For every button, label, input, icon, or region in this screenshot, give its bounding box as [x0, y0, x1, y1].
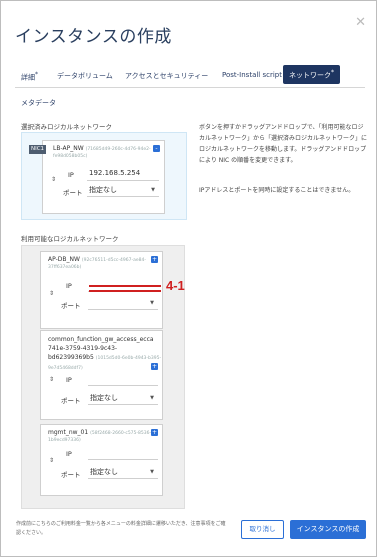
tab-post-install-script[interactable]: Post-Install script — [216, 67, 288, 83]
drag-handle-icon[interactable]: ⇕ — [49, 290, 54, 297]
ip-input[interactable] — [88, 447, 158, 460]
port-select[interactable]: 指定なし ▼ — [88, 466, 158, 479]
close-icon[interactable]: ✕ — [355, 15, 366, 30]
remove-network-button[interactable]: - — [153, 145, 160, 152]
network-name: common_function_gw_access_ecca 741e-3759-… — [48, 336, 162, 371]
selected-network-label: 選択済みロジカルネットワーク — [21, 123, 112, 131]
chevron-down-icon: ▼ — [151, 187, 155, 193]
tab-divider — [15, 87, 365, 88]
chevron-down-icon: ▼ — [150, 469, 154, 475]
drag-handle-icon[interactable]: ⇕ — [49, 457, 54, 464]
create-instance-button[interactable]: インスタンスの作成 — [290, 520, 366, 539]
annotation-underline — [89, 285, 161, 287]
network-name: AP-DB_NW (92c76511-d5cc-4967-ae84-37ff63… — [48, 256, 146, 270]
ip-input[interactable]: 192.168.5.254 — [87, 168, 159, 181]
add-network-button[interactable]: + — [151, 429, 158, 436]
annotation-underline — [89, 290, 161, 292]
network-name: LB-AP_NW (71685d49-260c-4d76-94e2-fe98d0… — [53, 145, 151, 159]
port-label: ポート — [61, 471, 81, 479]
selected-network-dropzone[interactable]: NIC1 LB-AP_NW (71685d49-260c-4d76-94e2-f… — [21, 132, 187, 220]
ip-label: IP — [66, 282, 72, 290]
port-select[interactable]: ▼ — [88, 297, 158, 310]
add-network-button[interactable]: + — [151, 256, 158, 263]
add-network-button[interactable]: + — [151, 363, 158, 370]
instructions-text: ボタンを押すかドラッグアンドドロップで、「利用可能なロジカルネットワーク」から「… — [199, 124, 368, 164]
chevron-down-icon: ▼ — [150, 395, 154, 401]
network-name: mgmt_nw_01 (58f2468-2660-c575-8536-1b9ec… — [48, 429, 152, 443]
nic-badge: NIC1 — [29, 145, 46, 154]
available-network-card[interactable]: mgmt_nw_01 (58f2468-2660-c575-8536-1b9ec… — [40, 424, 163, 496]
drag-handle-icon[interactable]: ⇕ — [49, 376, 54, 383]
tab-data-volume[interactable]: データボリューム — [51, 67, 119, 85]
ip-port-note: IPアドレスとポートを同時に設定することはできません。 — [199, 187, 355, 194]
tab-network[interactable]: ネットワーク* — [283, 65, 340, 85]
port-label: ポート — [61, 302, 81, 310]
chevron-down-icon: ▼ — [150, 300, 154, 306]
tab-access-security[interactable]: アクセスとセキュリティー — [119, 67, 214, 85]
create-instance-dialog: ✕ インスタンスの作成 詳細* データボリューム アクセスとセキュリティー Po… — [0, 0, 377, 557]
tab-metadata[interactable]: メタデータ — [15, 94, 62, 112]
tab-details[interactable]: 詳細* — [15, 67, 44, 86]
footer-note: 作成前にこちらのご利用料金一覧から各メニューの料金詳細に遷移いただき、注意事項を… — [16, 521, 226, 536]
ip-label: IP — [66, 376, 72, 384]
ip-label: IP — [66, 450, 72, 458]
ip-label: IP — [68, 171, 74, 179]
port-label: ポート — [63, 189, 83, 197]
tab-bar: 詳細* データボリューム アクセスとセキュリティー Post-Install s… — [15, 65, 365, 113]
drag-handle-icon[interactable]: ⇕ — [51, 176, 56, 183]
annotation-label: 4-1 — [166, 278, 185, 293]
port-select[interactable]: 指定なし ▼ — [87, 184, 159, 197]
cancel-button[interactable]: 取り消し — [241, 520, 284, 539]
available-network-label: 利用可能なロジカルネットワーク — [21, 235, 119, 243]
selected-network-card[interactable]: NIC1 LB-AP_NW (71685d49-260c-4d76-94e2-f… — [29, 140, 165, 214]
port-select[interactable]: 指定なし ▼ — [88, 392, 158, 405]
port-label: ポート — [61, 397, 81, 405]
available-network-card[interactable]: common_function_gw_access_ecca 741e-3759-… — [40, 330, 163, 420]
dialog-title: インスタンスの作成 — [15, 27, 172, 47]
ip-input[interactable] — [88, 373, 158, 386]
